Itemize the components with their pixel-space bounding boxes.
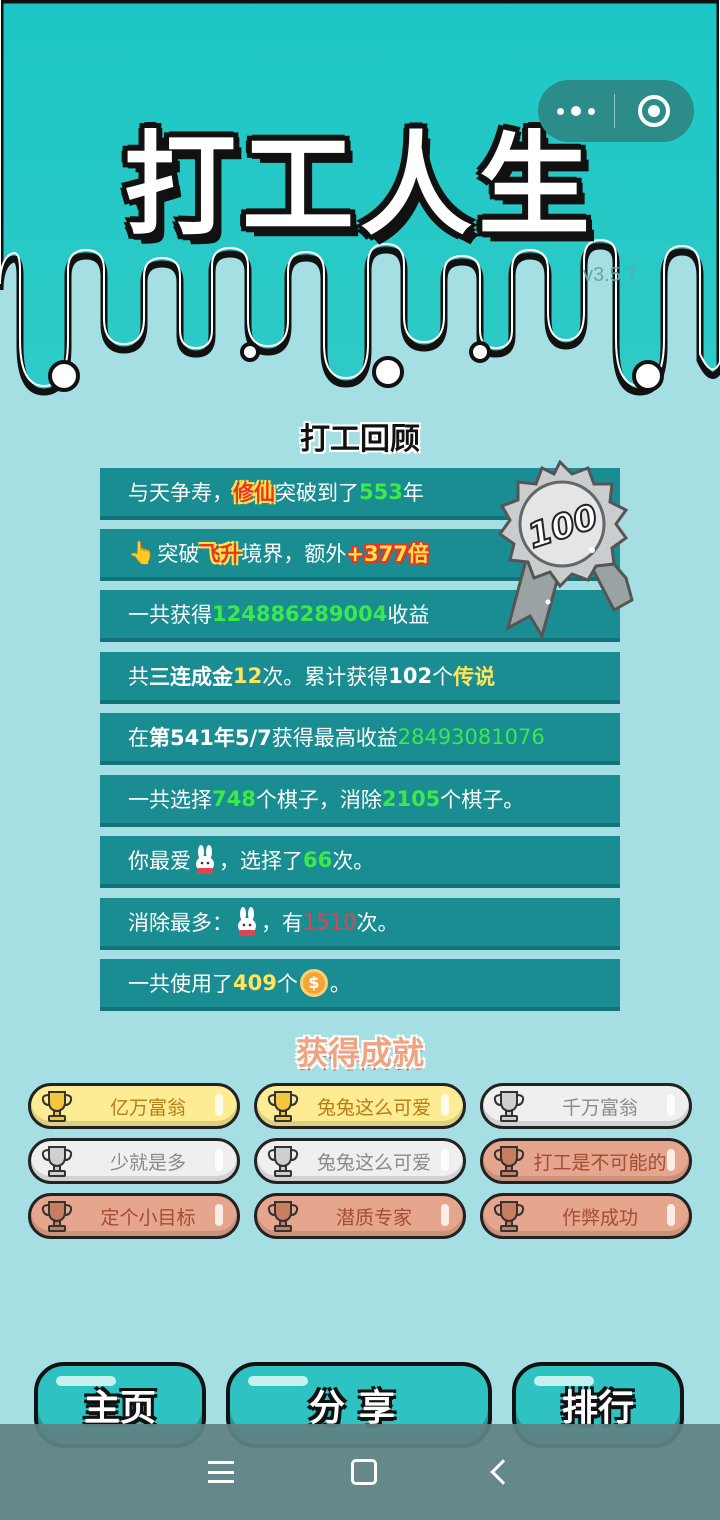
row-text: 获得最高收益 — [271, 726, 398, 750]
achievement-badge[interactable]: 兔兔这么可爱 — [254, 1083, 466, 1129]
target-icon[interactable] — [615, 95, 693, 127]
row-highlight: 第541年5/7 — [149, 726, 272, 750]
badge-shine — [667, 1149, 675, 1171]
row-text: 年 — [402, 481, 424, 505]
row-text: 次。 — [332, 849, 375, 873]
row-text: 。 — [329, 972, 351, 996]
achievement-badge[interactable]: 定个小目标 — [28, 1193, 240, 1239]
menu-icon[interactable] — [208, 1461, 235, 1483]
trophy-silver-icon — [493, 1091, 525, 1122]
achievement-label: 作弊成功 — [561, 1206, 638, 1229]
achievement-badge[interactable]: 亿万富翁 — [28, 1083, 240, 1129]
row-value: 553 — [359, 480, 403, 504]
row-text: ，有 — [261, 911, 303, 935]
achievement-label: 定个小目标 — [100, 1206, 196, 1229]
row-text: 与天争寿， — [128, 481, 233, 505]
row-text: 一共获得 — [128, 603, 212, 627]
achievement-label: 兔兔这么可爱 — [316, 1151, 431, 1174]
row-value: 102 — [388, 664, 433, 688]
row-highlight: 三连成金 — [149, 665, 233, 689]
review-row-best: 在 第541年5/7 获得最高收益 28493081076 — [100, 713, 620, 765]
row-text: 突破 — [157, 542, 200, 566]
trophy-silver-icon — [267, 1146, 299, 1177]
row-text: 突破到了 — [275, 481, 359, 505]
row-value: 748 — [212, 787, 256, 811]
badge-shine — [667, 1204, 675, 1226]
achievement-badge[interactable]: 打工是不可能的 — [480, 1138, 692, 1184]
badge-shine — [441, 1149, 449, 1171]
achievement-label: 少就是多 — [109, 1151, 186, 1174]
system-navigation-bar — [0, 1424, 720, 1520]
row-value: 12 — [233, 664, 263, 688]
trophy-bronze-icon — [493, 1201, 525, 1232]
achievements-title: 获得成就 — [295, 1034, 424, 1072]
row-text: 次。 — [356, 911, 399, 935]
home-square-icon[interactable] — [350, 1459, 377, 1485]
row-value: 124886289004 — [212, 602, 388, 626]
badge-shine — [215, 1149, 223, 1171]
row-highlight: 传说 — [453, 665, 496, 689]
medal-icon: 100 — [497, 460, 634, 640]
rabbit-icon — [196, 845, 214, 874]
row-value: +377倍 — [346, 542, 429, 566]
review-title: 打工回顾 — [300, 422, 420, 457]
row-text: 消除最多： — [128, 911, 233, 935]
row-value: 2105 — [381, 787, 441, 811]
row-text: 个棋子，消除 — [255, 788, 382, 812]
trophy-bronze-icon — [41, 1201, 73, 1232]
row-text: 个 — [276, 972, 298, 996]
row-text: 收益 — [387, 603, 430, 627]
review-row-most-removed: 消除最多： ，有 1510 次。 — [100, 898, 620, 950]
badge-shine — [441, 1204, 449, 1226]
achievement-label: 潜质专家 — [335, 1206, 412, 1229]
achievement-label: 亿万富翁 — [109, 1096, 186, 1119]
row-text: ，选择了 — [219, 849, 303, 873]
pointing-hand-icon: 👆 — [128, 540, 156, 566]
row-text: 个 — [432, 665, 454, 689]
row-highlight: 修仙 — [233, 481, 275, 505]
coin-icon: $ — [299, 969, 328, 997]
achievement-badge[interactable]: 少就是多 — [28, 1138, 240, 1184]
achievement-badge[interactable]: 潜质专家 — [254, 1193, 466, 1239]
back-arrow-icon[interactable] — [489, 1459, 516, 1485]
row-value: 1510 — [303, 910, 357, 934]
review-row-pieces: 一共选择 748 个棋子，消除 2105 个棋子。 — [100, 775, 620, 827]
row-value: 66 — [303, 848, 333, 872]
badge-shine — [215, 1094, 223, 1116]
achievement-badge[interactable]: 作弊成功 — [480, 1193, 692, 1239]
more-dots-icon[interactable] — [538, 106, 614, 116]
achievement-label: 打工是不可能的 — [533, 1151, 667, 1174]
achievement-badge[interactable]: 千万富翁 — [480, 1083, 692, 1129]
miniprogram-capsule — [538, 80, 694, 142]
row-text: 共 — [128, 665, 149, 689]
review-row-coins: 一共使用了 409 个 $。 — [100, 959, 620, 1011]
achievement-label: 兔兔这么可爱 — [316, 1096, 431, 1119]
row-text: 境界，额外 — [241, 542, 347, 566]
row-value: 409 — [233, 971, 277, 995]
version-label: v3.5.7 — [583, 264, 638, 286]
review-row-favorite: 你最爱 ，选择了 66 次。 — [100, 836, 620, 888]
badge-shine — [441, 1094, 449, 1116]
row-text: 次。累计获得 — [262, 665, 389, 689]
row-text: 个棋子。 — [440, 788, 525, 812]
achievement-badge[interactable]: 兔兔这么可爱 — [254, 1138, 466, 1184]
trophy-bronze-icon — [493, 1146, 525, 1177]
row-text: 你最爱 — [128, 849, 191, 873]
trophy-gold-icon — [267, 1091, 299, 1122]
row-value: 28493081076 — [397, 725, 545, 749]
row-text: 一共使用了 — [128, 972, 233, 996]
trophy-gold-icon — [41, 1091, 73, 1122]
row-text: 一共选择 — [128, 788, 212, 812]
badge-shine — [667, 1094, 675, 1116]
trophy-bronze-icon — [267, 1201, 299, 1232]
rabbit-icon — [238, 907, 256, 936]
review-row-triple: 共三连成金 12 次。累计获得 102 个传说 — [100, 652, 620, 704]
row-text: 在 — [128, 726, 149, 750]
row-highlight: 飞升 — [199, 542, 242, 566]
badge-shine — [215, 1204, 223, 1226]
achievement-label: 千万富翁 — [561, 1096, 638, 1119]
trophy-silver-icon — [41, 1146, 73, 1177]
